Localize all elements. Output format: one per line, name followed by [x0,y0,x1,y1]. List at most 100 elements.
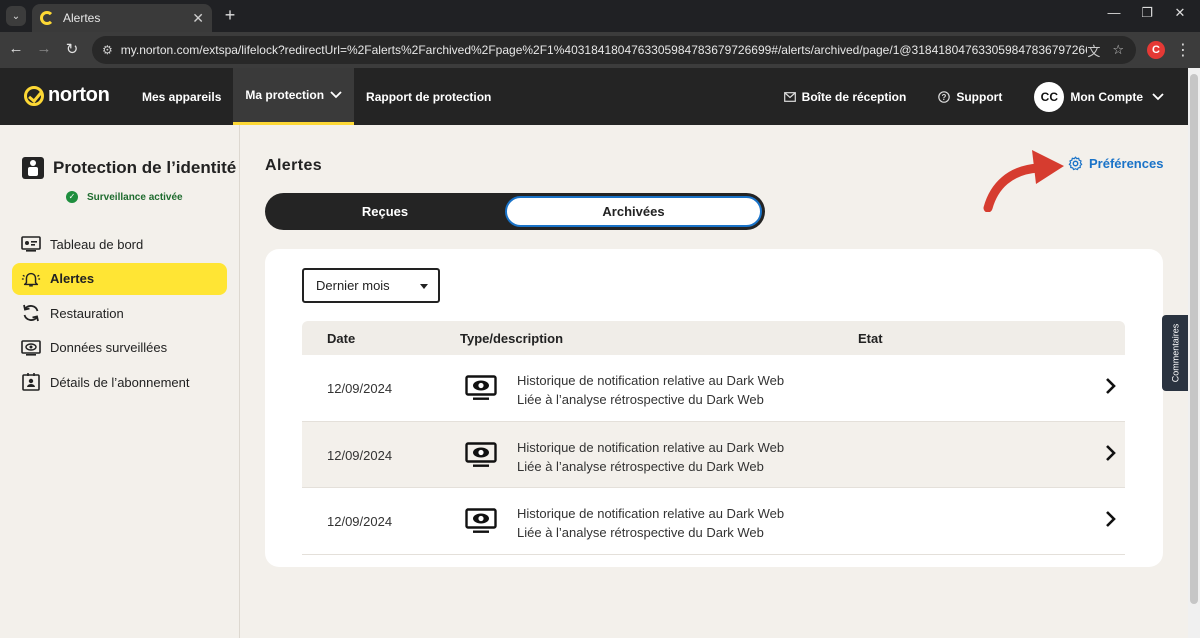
forward-icon[interactable]: → [34,40,54,57]
tab-title: Alertes [63,11,101,25]
alert-date: 12/09/2024 [327,381,393,396]
alerts-segmented-control: Reçues Archivées [265,193,765,230]
sidebar-menu: Tableau de bord Alertes Restauration Don… [12,228,227,401]
sidebar-item-label: Alertes [50,271,95,286]
bookmark-star-icon[interactable]: ☆ [1112,42,1124,58]
norton-logo[interactable]: norton [24,84,110,107]
alert-subtitle: Liée à l’analyse rétrospective du Dark W… [517,525,764,540]
extension-icon[interactable]: C [1147,41,1165,59]
preferences-label: Préférences [1089,156,1164,171]
chevron-right-icon[interactable] [1105,510,1117,528]
sidebar: Protection de l’identité ✓ Surveillance … [0,125,240,638]
refresh-icon [21,303,41,323]
table-row[interactable]: 12/09/2024 Historique de notification re… [302,355,1125,422]
norton-check-icon [24,85,44,106]
eye-icon [21,338,41,358]
reload-icon[interactable]: ↻ [62,40,82,58]
help-icon: ? [938,90,951,103]
filter-value: Dernier mois [316,278,390,293]
browser-tab-bar: ⌄ Alertes ✕ + — ❐ ✕ [0,0,1200,32]
dashboard-icon [21,234,41,254]
browser-tab[interactable]: Alertes ✕ [32,4,212,32]
period-filter-select[interactable]: Dernier mois [302,268,440,303]
table-row[interactable]: 12/09/2024 Historique de notification re… [302,421,1125,488]
restore-icon[interactable]: ❐ [1137,5,1157,21]
column-header-status: Etat [858,331,883,346]
support-link[interactable]: ? Support [938,90,1002,104]
site-settings-icon[interactable]: ⚙ [102,43,113,57]
nav-item-devices[interactable]: Mes appareils [130,68,233,125]
sidebar-item-alerts[interactable]: Alertes [12,262,227,295]
caret-down-icon [420,284,428,289]
alert-subtitle: Liée à l’analyse rétrospective du Dark W… [517,458,764,474]
chevron-right-icon[interactable] [1105,377,1117,395]
page-scrollbar[interactable] [1188,68,1200,638]
tab-received[interactable]: Reçues [265,193,505,230]
check-circle-icon: ✓ [66,191,78,203]
alert-description: Historique de notification relative au D… [517,504,784,542]
new-tab-icon[interactable]: + [220,5,240,25]
chevron-down-icon [1152,92,1164,100]
account-menu[interactable]: CC Mon Compte [1034,81,1164,112]
monitor-eye-icon [465,375,497,400]
tab-archived[interactable]: Archivées [505,196,762,227]
alert-date: 12/09/2024 [327,514,393,529]
sidebar-item-label: Détails de l’abonnement [50,374,190,390]
sidebar-item-label: Données surveillées [50,340,168,355]
logo-text: norton [48,84,110,106]
url-text[interactable]: my.norton.com/extspa/lifelock?redirectUr… [121,43,1088,57]
feedback-tab[interactable]: Commentaires [1162,315,1188,391]
chevron-down-icon [330,91,342,99]
minimize-icon[interactable]: — [1104,5,1124,20]
site-header: norton Mes appareils Ma protection Rappo… [0,68,1188,125]
page-title: Alertes [265,157,323,174]
table-row[interactable]: 12/09/2024 Historique de notification re… [302,488,1125,555]
feedback-label: Commentaires [1170,323,1180,383]
nav-item-protection[interactable]: Ma protection [233,68,355,125]
inbox-label: Boîte de réception [801,89,907,104]
alerts-table: Date Type/description Etat 12/09/2024 Hi… [302,321,1125,555]
alert-description: Historique de notification relative au D… [517,438,784,476]
scroll-thumb[interactable] [1190,74,1198,604]
sidebar-item-dashboard[interactable]: Tableau de bord [12,228,227,260]
sidebar-item-subscription[interactable]: Détails de l’abonnement [12,366,227,398]
column-header-date: Date [327,331,356,346]
address-bar[interactable]: ⚙ my.norton.com/extspa/lifelock?redirect… [92,36,1136,64]
chevron-right-icon[interactable] [1105,444,1117,462]
alert-title: Historique de notification relative au D… [517,439,785,455]
preferences-link[interactable]: Préférences [1068,156,1163,171]
monitoring-status: ✓ Surveillance activée [66,191,183,203]
alerts-card: Dernier mois Date Type/description Etat … [265,249,1163,567]
identity-badge-icon [22,157,44,179]
table-header: Date Type/description Etat [302,321,1125,355]
window-close-icon[interactable]: ✕ [1170,5,1190,21]
alert-date: 12/09/2024 [327,447,393,463]
back-icon[interactable]: ← [6,40,26,57]
tab-label: Archivées [602,204,665,219]
annotation-arrow-icon [983,150,1064,212]
status-text: Surveillance activée [87,191,183,203]
inbox-link[interactable]: Boîte de réception [783,89,907,104]
browser-menu-icon[interactable]: ⋮ [1175,40,1191,60]
tab-search-icon[interactable]: ⌄ [6,6,26,26]
header-actions: Boîte de réception ? Support CC Mon Comp… [752,68,1164,125]
sidebar-item-label: Restauration [50,305,124,321]
translate-icon[interactable]: 文 [1087,41,1100,60]
bell-icon [21,269,41,289]
mail-icon [783,91,796,102]
sidebar-item-label: Tableau de bord [50,236,144,252]
nav-label: Mes appareils [142,89,222,104]
close-icon[interactable]: ✕ [192,10,204,27]
browser-toolbar: ← → ↻ ⚙ my.norton.com/extspa/lifelock?re… [0,32,1200,68]
sidebar-item-monitored-data[interactable]: Données surveillées [12,332,227,364]
sidebar-item-restoration[interactable]: Restauration [12,297,227,329]
monitor-eye-icon [465,441,497,467]
svg-text:?: ? [942,93,947,102]
account-label: Mon Compte [1070,89,1143,104]
nav-label: Rapport de protection [366,89,492,104]
subscription-icon [21,372,41,392]
nav-label: Ma protection [245,88,325,102]
column-header-type: Type/description [460,331,564,346]
nav-item-report[interactable]: Rapport de protection [354,68,503,125]
alert-title: Historique de notification relative au D… [517,506,785,521]
